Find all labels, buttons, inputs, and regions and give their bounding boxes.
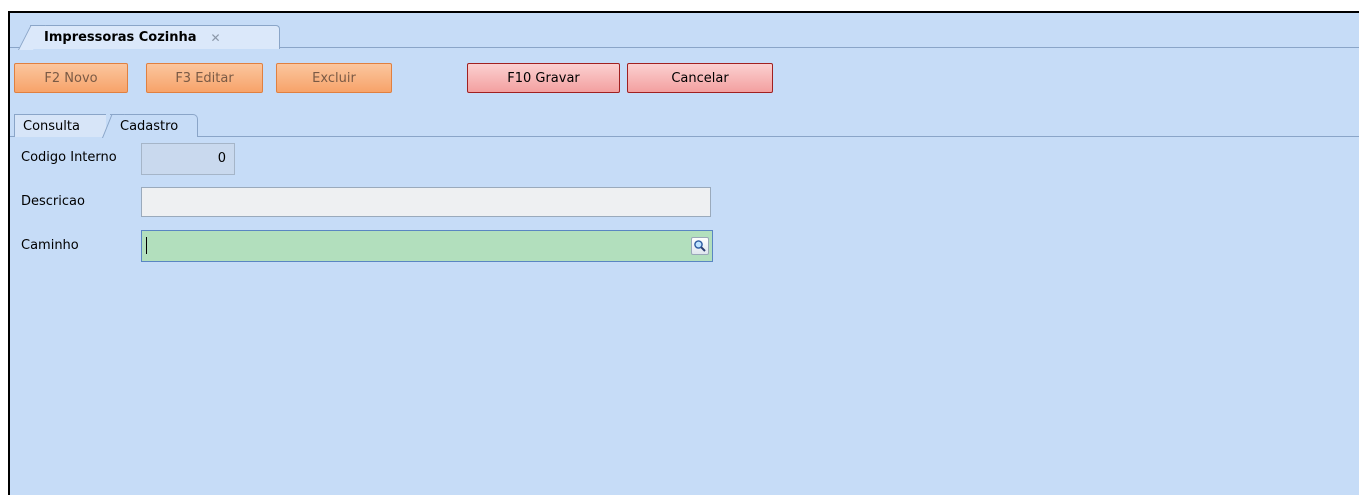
editar-button[interactable]: F3 Editar bbox=[146, 63, 263, 93]
novo-button[interactable]: F2 Novo bbox=[14, 63, 128, 93]
document-tab-title: Impressoras Cozinha bbox=[44, 30, 197, 45]
toolbar: F2 Novo F3 Editar Excluir F10 Gravar Can… bbox=[10, 49, 1359, 105]
text-caret bbox=[146, 237, 147, 254]
tab-consulta[interactable]: Consulta bbox=[14, 114, 106, 137]
screen: Impressoras Cozinha ✕ F2 Novo F3 Editar … bbox=[0, 0, 1359, 495]
gravar-button[interactable]: F10 Gravar bbox=[467, 63, 620, 93]
close-icon[interactable]: ✕ bbox=[211, 31, 221, 45]
caminho-input[interactable] bbox=[141, 230, 713, 262]
codigo-interno-value: 0 bbox=[217, 151, 226, 166]
excluir-button[interactable]: Excluir bbox=[276, 63, 392, 93]
codigo-interno-field: 0 bbox=[141, 143, 235, 175]
tab-cadastro[interactable]: Cadastro bbox=[110, 114, 198, 137]
cancelar-button[interactable]: Cancelar bbox=[627, 63, 773, 93]
descricao-input[interactable] bbox=[141, 187, 711, 217]
caminho-label: Caminho bbox=[21, 238, 79, 253]
form-tabstrip: Consulta Cadastro bbox=[10, 105, 1359, 137]
magnifier-icon[interactable] bbox=[691, 237, 709, 255]
document-tabstrip: Impressoras Cozinha ✕ bbox=[10, 13, 1359, 49]
app-window: Impressoras Cozinha ✕ F2 Novo F3 Editar … bbox=[8, 11, 1359, 495]
descricao-label: Descricao bbox=[21, 194, 85, 209]
tab-cadastro-label: Cadastro bbox=[120, 118, 179, 134]
codigo-interno-label: Codigo Interno bbox=[21, 150, 117, 165]
document-tab-impressoras[interactable]: Impressoras Cozinha ✕ bbox=[30, 25, 280, 49]
